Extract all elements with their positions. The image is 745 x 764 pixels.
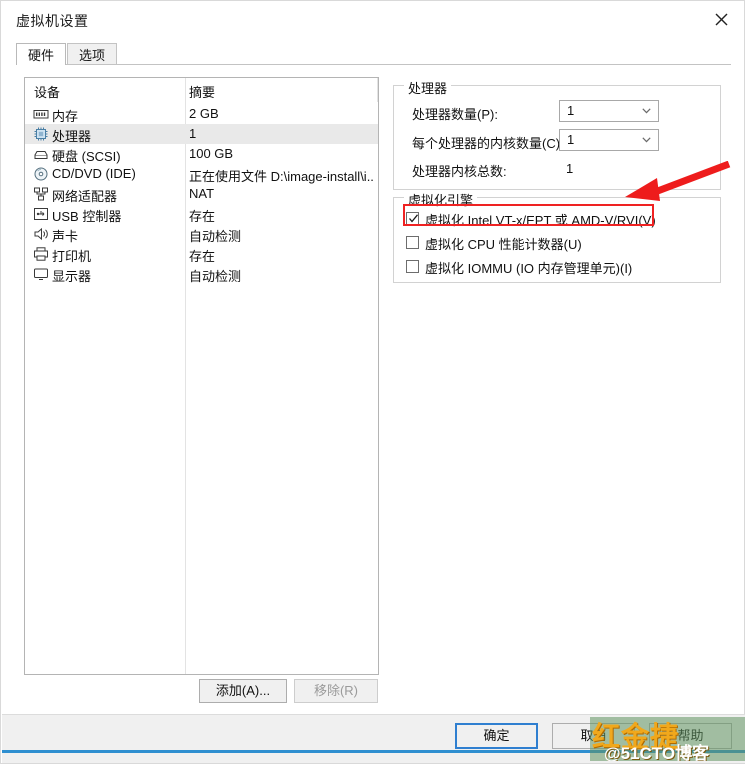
checkbox-checked-icon [406,212,419,225]
checkbox-unchecked-icon [406,236,419,249]
device-summary: 存在 [189,249,216,264]
column-header-device: 设备 [34,85,61,100]
harddisk-icon [33,146,49,162]
device-summary: 100 GB [189,146,234,161]
checkbox-unchecked-icon [406,260,419,273]
checkbox-label: 虚拟化 Intel VT-x/EPT 或 AMD-V/RVI(V) [425,213,656,228]
processor-group-title: 处理器 [404,78,452,97]
device-summary: 自动检测 [189,229,242,244]
table-row[interactable]: USB 控制器 存在 [25,204,378,224]
device-label: 显示器 [52,269,92,284]
checkbox-label: 虚拟化 IOMMU (IO 内存管理单元)(I) [425,261,633,276]
processor-cores-value: 1 [567,132,575,147]
table-row[interactable]: 显示器 自动检测 [25,264,378,284]
table-row[interactable]: 硬盘 (SCSI) 100 GB [25,144,378,164]
table-row[interactable]: 内存 2 GB [25,104,378,124]
device-summary: 正在使用文件 D:\image-install\i... [189,169,375,184]
virtualization-group: 虚拟化引擎 虚拟化 Intel VT-x/EPT 或 AMD-V/RVI(V) … [393,190,721,283]
device-label: 硬盘 (SCSI) [52,149,121,164]
ok-button[interactable]: 确定 [455,723,538,749]
footer-accent-line [2,750,745,753]
help-button[interactable]: 帮助 [649,723,732,749]
window-title: 虚拟机设置 [16,13,89,29]
table-row[interactable]: 处理器 1 [25,124,378,144]
device-label: USB 控制器 [52,209,122,224]
sound-icon [33,226,49,242]
close-icon[interactable] [704,5,738,33]
virtualization-group-title: 虚拟化引擎 [404,190,478,209]
device-summary: 自动检测 [189,269,242,284]
title-bar: 虚拟机设置 [1,1,744,39]
device-summary: 2 GB [189,106,219,121]
device-summary: NAT [189,186,215,201]
chevron-down-icon [642,137,651,143]
vm-settings-dialog: 虚拟机设置 硬件 选项 设备 摘要 内存 2 GB 处理器 1 硬盘 (SCSI… [0,0,745,764]
processor-count-label: 处理器数量(P): [412,107,498,122]
processor-cores-label: 每个处理器的内核数量(C): [412,136,564,151]
device-list-header: 设备 摘要 [25,78,378,102]
device-label: 内存 [52,109,79,124]
printer-icon [33,246,49,262]
table-row[interactable]: CD/DVD (IDE) 正在使用文件 D:\image-install\i..… [25,164,378,184]
usb-icon [33,206,49,222]
device-label: 打印机 [52,249,92,264]
memory-icon [33,106,49,122]
processor-group: 处理器 处理器数量(P): 1 每个处理器的内核数量(C): 1 处理器内核总数… [393,78,721,190]
remove-device-button[interactable]: 移除(R) [294,679,378,703]
table-row[interactable]: 声卡 自动检测 [25,224,378,244]
device-summary: 1 [189,126,197,141]
cddvd-icon [33,166,49,182]
column-header-summary: 摘要 [189,85,216,100]
table-row[interactable]: 打印机 存在 [25,244,378,264]
processor-count-value: 1 [567,103,575,118]
checkbox-label: 虚拟化 CPU 性能计数器(U) [425,237,582,252]
network-icon [33,186,49,202]
device-label: 处理器 [52,129,92,144]
device-label: 网络适配器 [52,189,118,204]
device-list[interactable]: 设备 摘要 内存 2 GB 处理器 1 硬盘 (SCSI) 100 GB CD/… [24,77,379,675]
device-label: 声卡 [52,229,79,244]
display-icon [33,266,49,282]
tab-options[interactable]: 选项 [67,43,118,65]
device-summary: 存在 [189,209,216,224]
chevron-down-icon [642,108,651,114]
cancel-button[interactable]: 取消 [552,723,635,749]
tab-strip: 硬件 选项 [16,43,731,65]
device-label: CD/DVD (IDE) [52,166,136,181]
processor-count-select[interactable]: 1 [559,100,659,122]
processor-icon [33,126,49,142]
table-row[interactable]: 网络适配器 NAT [25,184,378,204]
tab-hardware[interactable]: 硬件 [16,43,67,65]
processor-total-label: 处理器内核总数: [412,164,507,179]
processor-cores-select[interactable]: 1 [559,129,659,151]
processor-total-value: 1 [566,161,574,176]
add-device-button[interactable]: 添加(A)... [199,679,287,703]
